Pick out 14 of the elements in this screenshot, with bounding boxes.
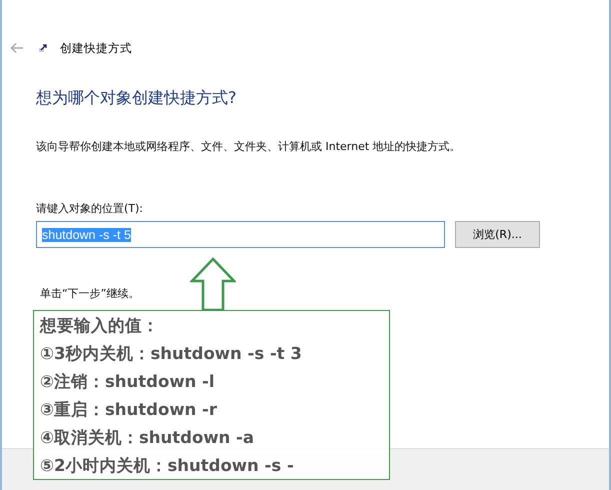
annotation-line: ②注销：shutdown -l bbox=[40, 371, 216, 393]
annotation-line: 想要输入的值： bbox=[40, 315, 160, 337]
annotation-line: ⑤2小时内关机：shutdown -s - bbox=[40, 455, 295, 477]
annotation-line: ①3秒内关机：shutdown -s -t 3 bbox=[40, 343, 303, 365]
annotation-line: ③重启：shutdown -r bbox=[40, 399, 218, 421]
location-label: 请键入对象的位置(T): bbox=[36, 201, 144, 216]
annotation-line: ④取消关机：shutdown -a bbox=[40, 427, 256, 449]
browse-button[interactable]: 浏览(R)... bbox=[455, 221, 540, 248]
hint-text: 单击“下一步”继续。 bbox=[40, 286, 140, 301]
back-arrow-icon[interactable] bbox=[10, 42, 24, 54]
window-title: 创建快捷方式 bbox=[60, 40, 132, 56]
wizard-heading: 想为哪个对象创建快捷方式? bbox=[36, 88, 238, 109]
wizard-description: 该向导帮你创建本地或网络程序、文件、文件夹、计算机或 Internet 地址的快捷方式。 bbox=[36, 139, 462, 154]
shortcut-icon bbox=[38, 43, 48, 53]
